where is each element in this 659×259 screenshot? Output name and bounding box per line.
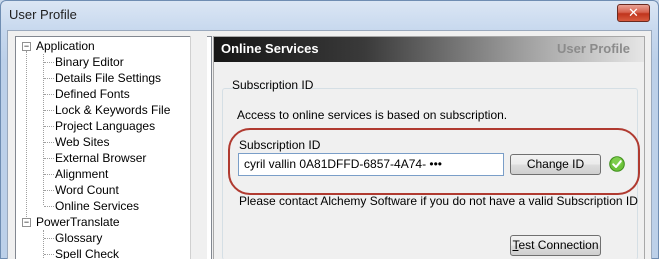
tree-item-label: External Browser — [55, 151, 147, 165]
tree-item-project-languages[interactable]: Project Languages — [54, 118, 156, 134]
panel-title: Online Services — [221, 41, 319, 56]
close-button[interactable]: ✕ — [617, 4, 650, 22]
tree-item-label: Application — [36, 39, 95, 53]
tree-item-label: Binary Editor — [55, 55, 124, 69]
tree-item-label: Defined Fonts — [55, 87, 130, 101]
tree-connector — [43, 54, 44, 205]
contact-info-text: Please contact Alchemy Software if you d… — [239, 194, 638, 208]
tree-item-spell-check[interactable]: Spell Check — [54, 246, 120, 259]
tree-connector — [44, 174, 54, 175]
test-connection-button[interactable]: Test Connection — [510, 235, 601, 256]
tree-connector — [44, 142, 54, 143]
tree-item-label: Spell Check — [55, 247, 120, 259]
tree-item-defined-fonts[interactable]: Defined Fonts — [54, 86, 131, 102]
tree-connector — [44, 126, 54, 127]
tree-item-label: Details File Settings — [55, 71, 162, 85]
panel-header: Online Services User Profile — [214, 37, 644, 62]
tree-connector — [44, 190, 54, 191]
groupbox-label: Subscription ID — [232, 78, 314, 92]
tree-item-label: Project Languages — [55, 119, 156, 133]
tree-item-web-sites[interactable]: Web Sites — [54, 134, 110, 150]
tree-item-details-file-settings[interactable]: Details File Settings — [54, 70, 162, 86]
tree-item-label: Word Count — [55, 183, 119, 197]
tree-item-word-count[interactable]: Word Count — [54, 182, 120, 198]
tree-item-label: Online Services — [55, 199, 140, 213]
access-info-text: Access to online services is based on su… — [237, 108, 508, 122]
tree-connector — [44, 238, 54, 239]
tree-item-glossary[interactable]: Glossary — [54, 230, 103, 246]
tree-item-label: PowerTranslate — [36, 215, 120, 229]
tree-item-label: Lock & Keywords File — [55, 103, 171, 117]
test-button-label: est Connection — [518, 238, 599, 252]
tree-connector — [44, 94, 54, 95]
panel-header-caption: User Profile — [557, 41, 630, 56]
tree-connector — [44, 62, 54, 63]
tree-item-lock-keywords-file[interactable]: Lock & Keywords File — [54, 102, 171, 118]
tree-connector — [44, 78, 54, 79]
tree-item-binary-editor[interactable]: Binary Editor — [54, 54, 125, 70]
tree-item-online-services[interactable]: Online Services — [54, 198, 140, 214]
tree-item-application[interactable]: Application — [35, 38, 96, 54]
tree-connector — [44, 254, 54, 255]
tree-connector — [26, 51, 27, 221]
change-id-button[interactable]: Change ID — [510, 154, 601, 175]
tree-item-label: Alignment — [55, 167, 109, 181]
options-tree[interactable]: − Application Binary Editor Details File… — [15, 36, 212, 259]
online-services-panel: Online Services User Profile Subscriptio… — [213, 36, 645, 259]
title-bar[interactable]: User Profile ✕ — [1, 1, 658, 31]
tree-item-external-browser[interactable]: External Browser — [54, 150, 147, 166]
tree-connector — [44, 158, 54, 159]
collapse-icon[interactable]: − — [22, 42, 31, 51]
close-icon: ✕ — [628, 5, 639, 20]
collapse-icon[interactable]: − — [22, 218, 31, 227]
tree-item-label: Web Sites — [55, 135, 110, 149]
subscription-id-input[interactable]: cyril vallin 0A81DFFD-6857-4A74- ••• — [238, 153, 504, 176]
window-title: User Profile — [9, 7, 77, 22]
tree-connector — [44, 110, 54, 111]
tree-item-powertranslate[interactable]: PowerTranslate — [35, 214, 121, 230]
tree-scrollbar[interactable] — [190, 36, 207, 259]
tree-item-label: Glossary — [55, 231, 103, 245]
tree-item-alignment[interactable]: Alignment — [54, 166, 109, 182]
tree-connector — [44, 206, 54, 207]
green-check-icon — [609, 156, 625, 172]
subscription-id-label: Subscription ID — [239, 138, 321, 152]
